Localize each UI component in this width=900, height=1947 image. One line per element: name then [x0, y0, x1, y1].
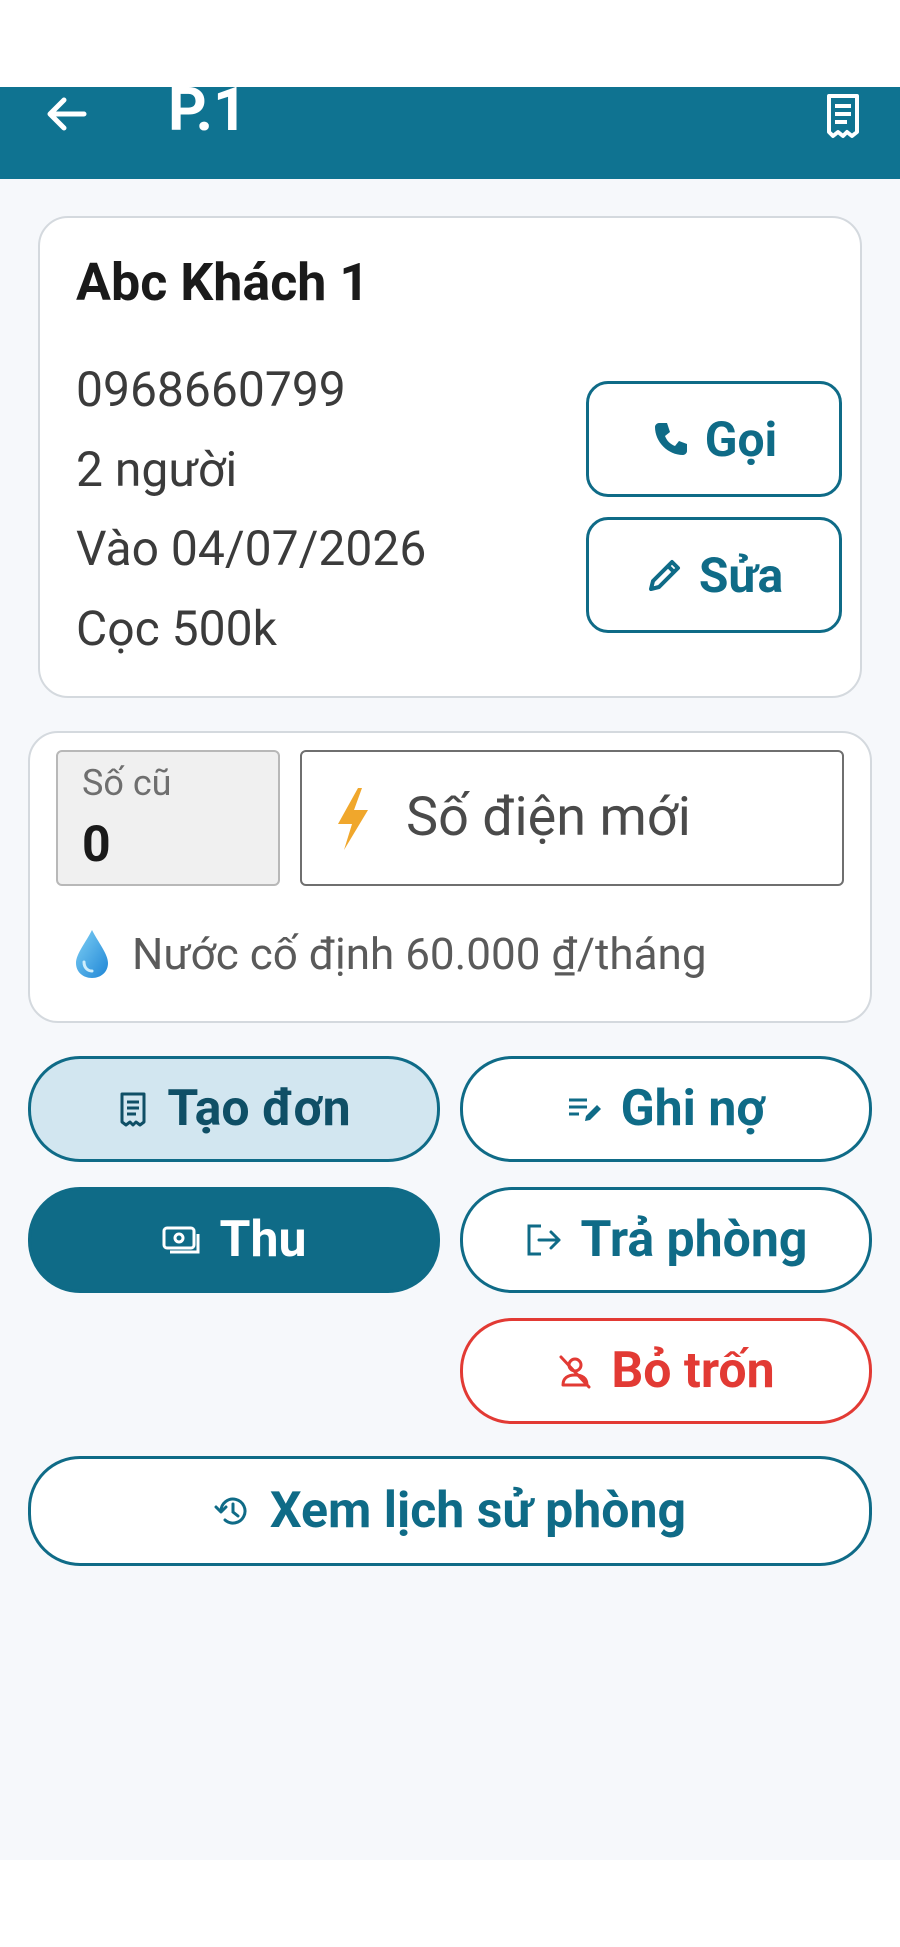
receipt-icon — [819, 92, 867, 140]
screen: P.1 Abc Khách 1 0968660799 2 người Vào 0… — [0, 0, 900, 1947]
tenant-name: Abc Khách 1 — [76, 252, 370, 313]
history-icon — [214, 1492, 252, 1530]
old-reading-value: 0 — [82, 816, 111, 874]
back-button[interactable] — [40, 88, 92, 140]
person-off-icon — [557, 1353, 593, 1389]
new-reading-placeholder: Số điện mới — [406, 786, 691, 849]
logout-icon — [525, 1222, 563, 1258]
payments-icon — [162, 1224, 202, 1256]
record-debt-label: Ghi nợ — [620, 1080, 766, 1138]
skip-out-button[interactable]: Bỏ trốn — [460, 1318, 872, 1424]
tenant-deposit: Cọc 500k — [76, 600, 277, 657]
edit-note-icon — [567, 1094, 603, 1124]
lightning-icon — [332, 786, 372, 852]
record-debt-button[interactable]: Ghi nợ — [460, 1056, 872, 1162]
phone-icon — [651, 419, 691, 459]
page-title: P.1 — [168, 74, 248, 145]
checkout-button[interactable]: Trả phòng — [460, 1187, 872, 1293]
checkout-label: Trả phòng — [580, 1211, 808, 1269]
create-invoice-label: Tạo đơn — [167, 1080, 351, 1138]
arrow-left-icon — [44, 92, 88, 136]
app-bar — [0, 87, 900, 179]
new-reading-input[interactable]: Số điện mới — [300, 750, 844, 886]
call-label: Gọi — [704, 410, 778, 468]
pencil-icon — [645, 555, 685, 595]
receipt-button[interactable] — [815, 88, 871, 144]
edit-button[interactable]: Sửa — [586, 517, 842, 633]
edit-label: Sửa — [698, 546, 784, 604]
tenant-move-in: Vào 04/07/2026 — [76, 520, 427, 577]
create-invoice-button[interactable]: Tạo đơn — [28, 1056, 440, 1162]
old-reading-label: Số cũ — [82, 762, 172, 804]
skip-out-label: Bỏ trốn — [611, 1342, 775, 1400]
old-reading-field: Số cũ 0 — [56, 750, 280, 886]
receipt-icon — [117, 1091, 149, 1127]
collect-payment-label: Thu — [219, 1211, 307, 1269]
tenant-people: 2 người — [76, 441, 238, 498]
collect-payment-button[interactable]: Thu — [28, 1187, 440, 1293]
call-button[interactable]: Gọi — [586, 381, 842, 497]
water-text: Nước cố định 60.000 ₫/tháng — [132, 928, 707, 980]
room-history-button[interactable]: Xem lịch sử phòng — [28, 1456, 872, 1566]
water-info: Nước cố định 60.000 ₫/tháng — [72, 924, 707, 984]
water-drop-icon — [72, 928, 112, 980]
tenant-phone: 0968660799 — [76, 361, 346, 418]
room-history-label: Xem lịch sử phòng — [269, 1482, 687, 1540]
